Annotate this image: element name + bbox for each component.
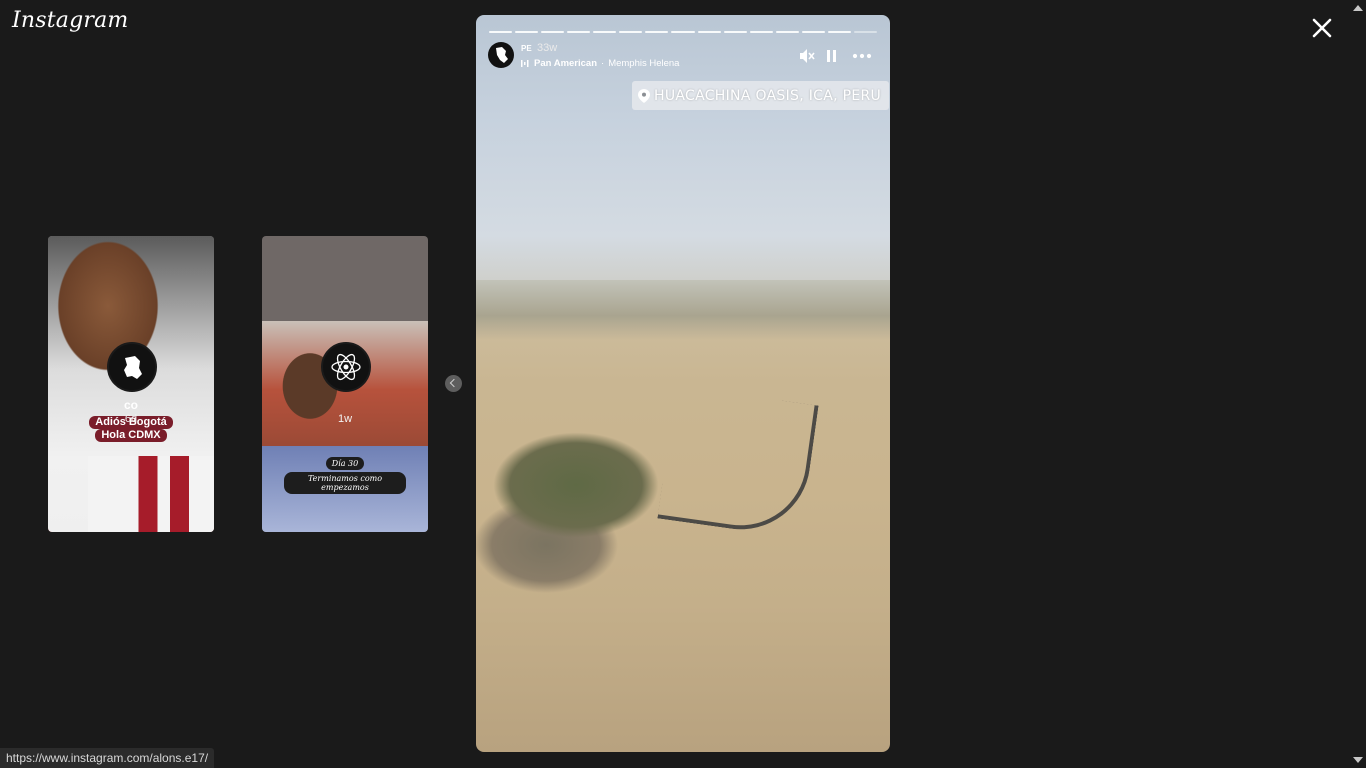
progress-segment xyxy=(749,31,773,33)
scroll-up-icon[interactable] xyxy=(1353,5,1363,11)
progress-segment xyxy=(723,31,747,33)
speaker-muted-icon[interactable] xyxy=(798,47,816,65)
progress-segment xyxy=(853,31,877,33)
progress-segment xyxy=(697,31,721,33)
preview-caption: Día 30 Terminamos como empezamos xyxy=(284,456,406,495)
story-username[interactable]: PE xyxy=(521,44,532,53)
music-note-icon xyxy=(521,60,529,67)
preview-username: co xyxy=(123,398,138,412)
caption-line: Terminamos como empezamos xyxy=(284,472,406,494)
progress-segment xyxy=(489,31,513,33)
story-image-town xyxy=(476,280,890,340)
progress-segment xyxy=(515,31,539,33)
preview-time: 6d xyxy=(124,413,138,425)
progress-segment xyxy=(593,31,617,33)
atom-icon xyxy=(331,353,361,381)
peru-map-icon xyxy=(496,47,508,63)
avatar[interactable] xyxy=(488,42,514,68)
progress-segment xyxy=(671,31,695,33)
location-pin-icon xyxy=(638,88,650,103)
progress-segment xyxy=(541,31,565,33)
progress-segment xyxy=(619,31,643,33)
avatar xyxy=(321,342,371,392)
preview-time: 1w xyxy=(337,413,353,425)
chevron-left-icon[interactable] xyxy=(445,375,462,392)
story-preview-1[interactable]: Adiós Bogotá Hola CDMX co 6d xyxy=(48,236,214,532)
location-sticker[interactable]: HUACACHINA OASIS, ICA, PERU xyxy=(632,81,890,110)
music-title: Memphis Helena xyxy=(608,58,680,69)
story-image-road xyxy=(657,385,819,539)
progress-segment xyxy=(645,31,669,33)
progress-segment xyxy=(567,31,591,33)
music-artist: Pan American xyxy=(534,58,598,69)
progress-segment xyxy=(801,31,825,33)
story-time: 33w xyxy=(537,42,558,54)
progress-segment xyxy=(775,31,799,33)
scroll-down-icon[interactable] xyxy=(1353,757,1363,763)
avatar xyxy=(107,342,157,392)
music-separator: · xyxy=(601,58,605,69)
colombia-map-icon xyxy=(124,356,142,379)
sticker-line: Hola CDMX xyxy=(95,429,167,442)
pause-icon[interactable] xyxy=(825,47,839,65)
story-preview-2[interactable]: Día 30 Terminamos como empezamos 1w xyxy=(262,236,428,532)
location-label: HUACACHINA OASIS, ICA, PERU xyxy=(654,87,882,104)
preview-image-detail xyxy=(88,456,214,532)
more-options-icon[interactable] xyxy=(851,47,873,65)
progress-segment xyxy=(827,31,851,33)
story-viewer[interactable]: PE 33w Pan American · Memphis Helena HUA… xyxy=(476,15,890,752)
instagram-logo[interactable]: Instagram xyxy=(12,8,128,33)
close-icon[interactable] xyxy=(1308,14,1336,42)
status-url: https://www.instagram.com/alons.e17/ xyxy=(0,748,215,768)
caption-line: Día 30 xyxy=(325,457,365,470)
scrollbar[interactable] xyxy=(1351,0,1366,768)
story-progress-bar xyxy=(489,31,877,33)
music-info[interactable]: Pan American · Memphis Helena xyxy=(521,58,679,69)
